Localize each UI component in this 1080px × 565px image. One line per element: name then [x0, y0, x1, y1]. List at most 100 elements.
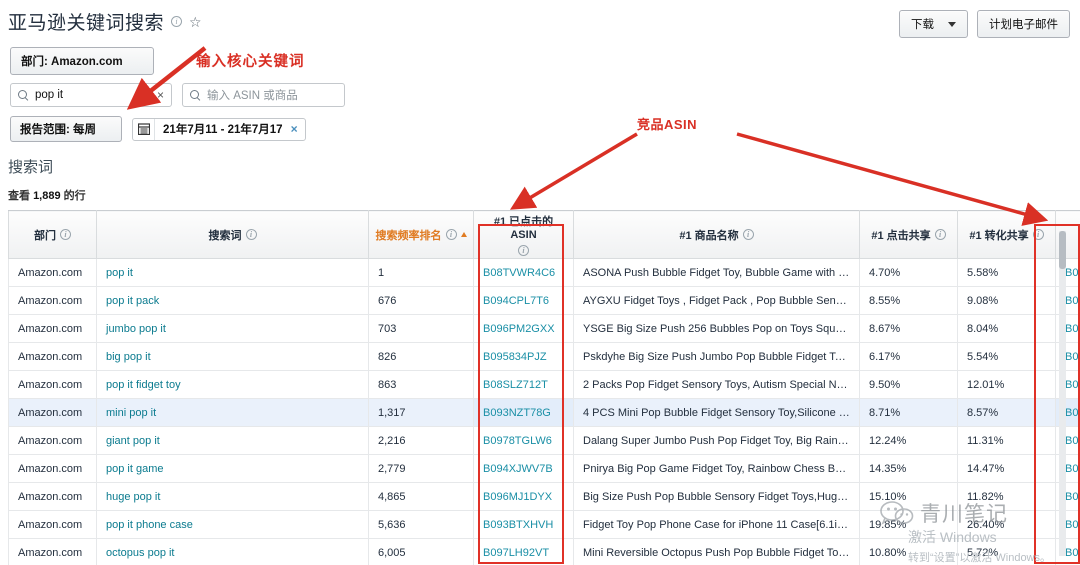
cell-clicked-asin-1[interactable]: B095834PJZ: [473, 342, 574, 371]
cell-click-share-1: 15.10%: [859, 482, 958, 511]
column-label: 搜索词: [208, 229, 242, 242]
cell-search-term[interactable]: giant pop it: [96, 426, 369, 455]
cell-product-name-1: ASONA Push Bubble Fidget Toy, Bubble Gam…: [573, 258, 860, 287]
search-terms-table: 部门 i 搜索词 i 搜索频率排名 i #1 已点击的 ASIN i #1 商品名称 i: [8, 210, 1080, 565]
cell-click-share-1: 4.70%: [859, 258, 958, 287]
cell-search-term[interactable]: jumbo pop it: [96, 314, 369, 343]
table-row: Amazon.com pop it game 2,779 B094XJWV7B Pnir…: [8, 454, 1080, 483]
cell-department: Amazon.com: [8, 510, 97, 539]
cell-clicked-asin-1[interactable]: B096PM2GXX: [473, 314, 574, 343]
table-row: Amazon.com giant pop it 2,216 B0978TGLW6 Dal…: [8, 426, 1080, 455]
section-title: 搜索词: [8, 159, 54, 176]
cell-search-term[interactable]: mini pop it: [96, 398, 369, 427]
table-row: Amazon.com big pop it 826 B095834PJZ Pskdyhe…: [8, 342, 1080, 371]
cell-clicked-asin-1[interactable]: B08TVWR4C6: [473, 258, 574, 287]
cell-search-term[interactable]: pop it fidget toy: [96, 370, 369, 399]
cell-search-term[interactable]: pop it game: [96, 454, 369, 483]
clear-keyword-icon[interactable]: ×: [157, 88, 164, 102]
clear-date-icon[interactable]: ×: [291, 122, 298, 136]
cell-product-name-1: Dalang Super Jumbo Push Pop Fidget Toy, …: [573, 426, 860, 455]
cell-search-frequency-rank: 5,636: [368, 510, 474, 539]
cell-search-term[interactable]: pop it: [96, 258, 369, 287]
info-icon[interactable]: i: [60, 229, 71, 240]
column-label: #1 已点击的 ASIN: [493, 216, 554, 241]
download-label: 下载: [911, 19, 934, 31]
cell-search-term[interactable]: huge pop it: [96, 482, 369, 511]
column-header-clicked-asin-1[interactable]: #1 已点击的 ASIN i: [473, 210, 574, 259]
info-icon[interactable]: i: [518, 245, 529, 256]
schedule-email-label: 计划电子邮件: [989, 19, 1058, 31]
cell-department: Amazon.com: [8, 398, 97, 427]
cell-department: Amazon.com: [8, 314, 97, 343]
search-terms-table-wrapper: 部门 i 搜索词 i 搜索频率排名 i #1 已点击的 ASIN i #1 商品名称 i: [8, 210, 1080, 565]
asin-search-field[interactable]: 输入 ASIN 或商品: [182, 83, 345, 107]
department-dropdown[interactable]: 部门: Amazon.com: [10, 47, 154, 75]
info-icon[interactable]: i: [934, 229, 946, 240]
row-count-prefix: 查看: [8, 190, 30, 202]
star-icon[interactable]: ☆: [189, 15, 202, 29]
column-label: 部门: [34, 229, 56, 242]
info-icon[interactable]: i: [245, 229, 257, 240]
cell-conversion-share-1: 8.57%: [957, 398, 1056, 427]
table-row: Amazon.com jumbo pop it 703 B096PM2GXX YSGE …: [8, 314, 1080, 343]
column-header-product-name-1[interactable]: #1 商品名称 i: [573, 210, 860, 259]
date-range-field[interactable]: 21年7月11 - 21年7月17 ×: [132, 117, 306, 141]
cell-product-name-1: YSGE Big Size Push 256 Bubbles Pop on To…: [573, 314, 860, 343]
table-row: Amazon.com pop it fidget toy 863 B08SLZ712T…: [8, 370, 1080, 399]
calendar-icon: [133, 118, 156, 140]
cell-clicked-asin-1[interactable]: B094CPL7T6: [473, 286, 574, 315]
info-icon[interactable]: i: [171, 16, 183, 27]
cell-department: Amazon.com: [8, 258, 97, 287]
scrollbar-thumb[interactable]: [1059, 231, 1066, 269]
cell-search-frequency-rank: 676: [368, 286, 474, 315]
search-icon: [190, 90, 200, 100]
column-header-click-share-1[interactable]: #1 点击共享 i: [859, 210, 958, 259]
column-label: #1 商品名称: [679, 229, 739, 242]
chevron-down-icon: [948, 21, 956, 27]
column-header-search-term[interactable]: 搜索词 i: [96, 210, 369, 259]
cell-clicked-asin-1[interactable]: B093BTXHVH: [473, 510, 574, 539]
department-label: 部门: Amazon.com: [21, 56, 123, 68]
cell-conversion-share-1: 11.31%: [957, 426, 1056, 455]
column-header-search-frequency-rank[interactable]: 搜索频率排名 i: [368, 210, 474, 259]
table-row: Amazon.com pop it phone case 5,636 B093BTXH…: [8, 510, 1080, 539]
column-label: 搜索频率排名: [375, 229, 442, 242]
cell-clicked-asin-1[interactable]: B096MJ1DYX: [473, 482, 574, 511]
cell-search-term[interactable]: big pop it: [96, 342, 369, 371]
cell-clicked-asin-1[interactable]: B097LH92VT: [473, 538, 574, 565]
info-icon[interactable]: i: [445, 229, 457, 240]
cell-search-term[interactable]: octopus pop it: [96, 538, 369, 565]
sort-ascending-icon: [460, 232, 467, 237]
report-range-dropdown[interactable]: 报告范围: 每周: [10, 116, 123, 142]
cell-conversion-share-1: 5.54%: [957, 342, 1056, 371]
vertical-scrollbar[interactable]: [1059, 231, 1066, 556]
page-title: 亚马逊关键词搜索: [8, 13, 165, 34]
cell-clicked-asin-1[interactable]: B093NZT78G: [473, 398, 574, 427]
cell-conversion-share-1: 8.04%: [957, 314, 1056, 343]
column-label: #1 转化共享: [969, 229, 1029, 242]
report-range-label: 报告范围: 每周: [20, 124, 97, 136]
filter-controls: 部门: Amazon.com pop it × 输入 ASIN 或商品 报告范围…: [0, 35, 1080, 142]
row-count-label: 查看 1,889 的行: [0, 177, 1080, 203]
keyword-search-field[interactable]: pop it ×: [10, 83, 172, 107]
cell-conversion-share-1: 14.47%: [957, 454, 1056, 483]
cell-clicked-asin-1[interactable]: B094XJWV7B: [473, 454, 574, 483]
column-header-department[interactable]: 部门 i: [8, 210, 97, 259]
cell-conversion-share-1: 26.40%: [957, 510, 1056, 539]
cell-search-term[interactable]: pop it phone case: [96, 510, 369, 539]
cell-department: Amazon.com: [8, 342, 97, 371]
cell-search-frequency-rank: 4,865: [368, 482, 474, 511]
table-body: Amazon.com pop it 1 B08TVWR4C6 ASONA Push Bu…: [8, 258, 1080, 565]
cell-clicked-asin-1[interactable]: B08SLZ712T: [473, 370, 574, 399]
info-icon[interactable]: i: [742, 229, 754, 240]
cell-search-frequency-rank: 863: [368, 370, 474, 399]
cell-clicked-asin-1[interactable]: B0978TGLW6: [473, 426, 574, 455]
column-header-conversion-share-1[interactable]: #1 转化共享 i: [957, 210, 1056, 259]
schedule-email-button[interactable]: 计划电子邮件: [977, 10, 1070, 38]
download-button[interactable]: 下载: [899, 10, 968, 38]
cell-click-share-1: 6.17%: [859, 342, 958, 371]
info-icon[interactable]: i: [1032, 229, 1044, 240]
top-actions: 下载 计划电子邮件: [899, 10, 1070, 38]
cell-search-term[interactable]: pop it pack: [96, 286, 369, 315]
cell-search-frequency-rank: 1,317: [368, 398, 474, 427]
